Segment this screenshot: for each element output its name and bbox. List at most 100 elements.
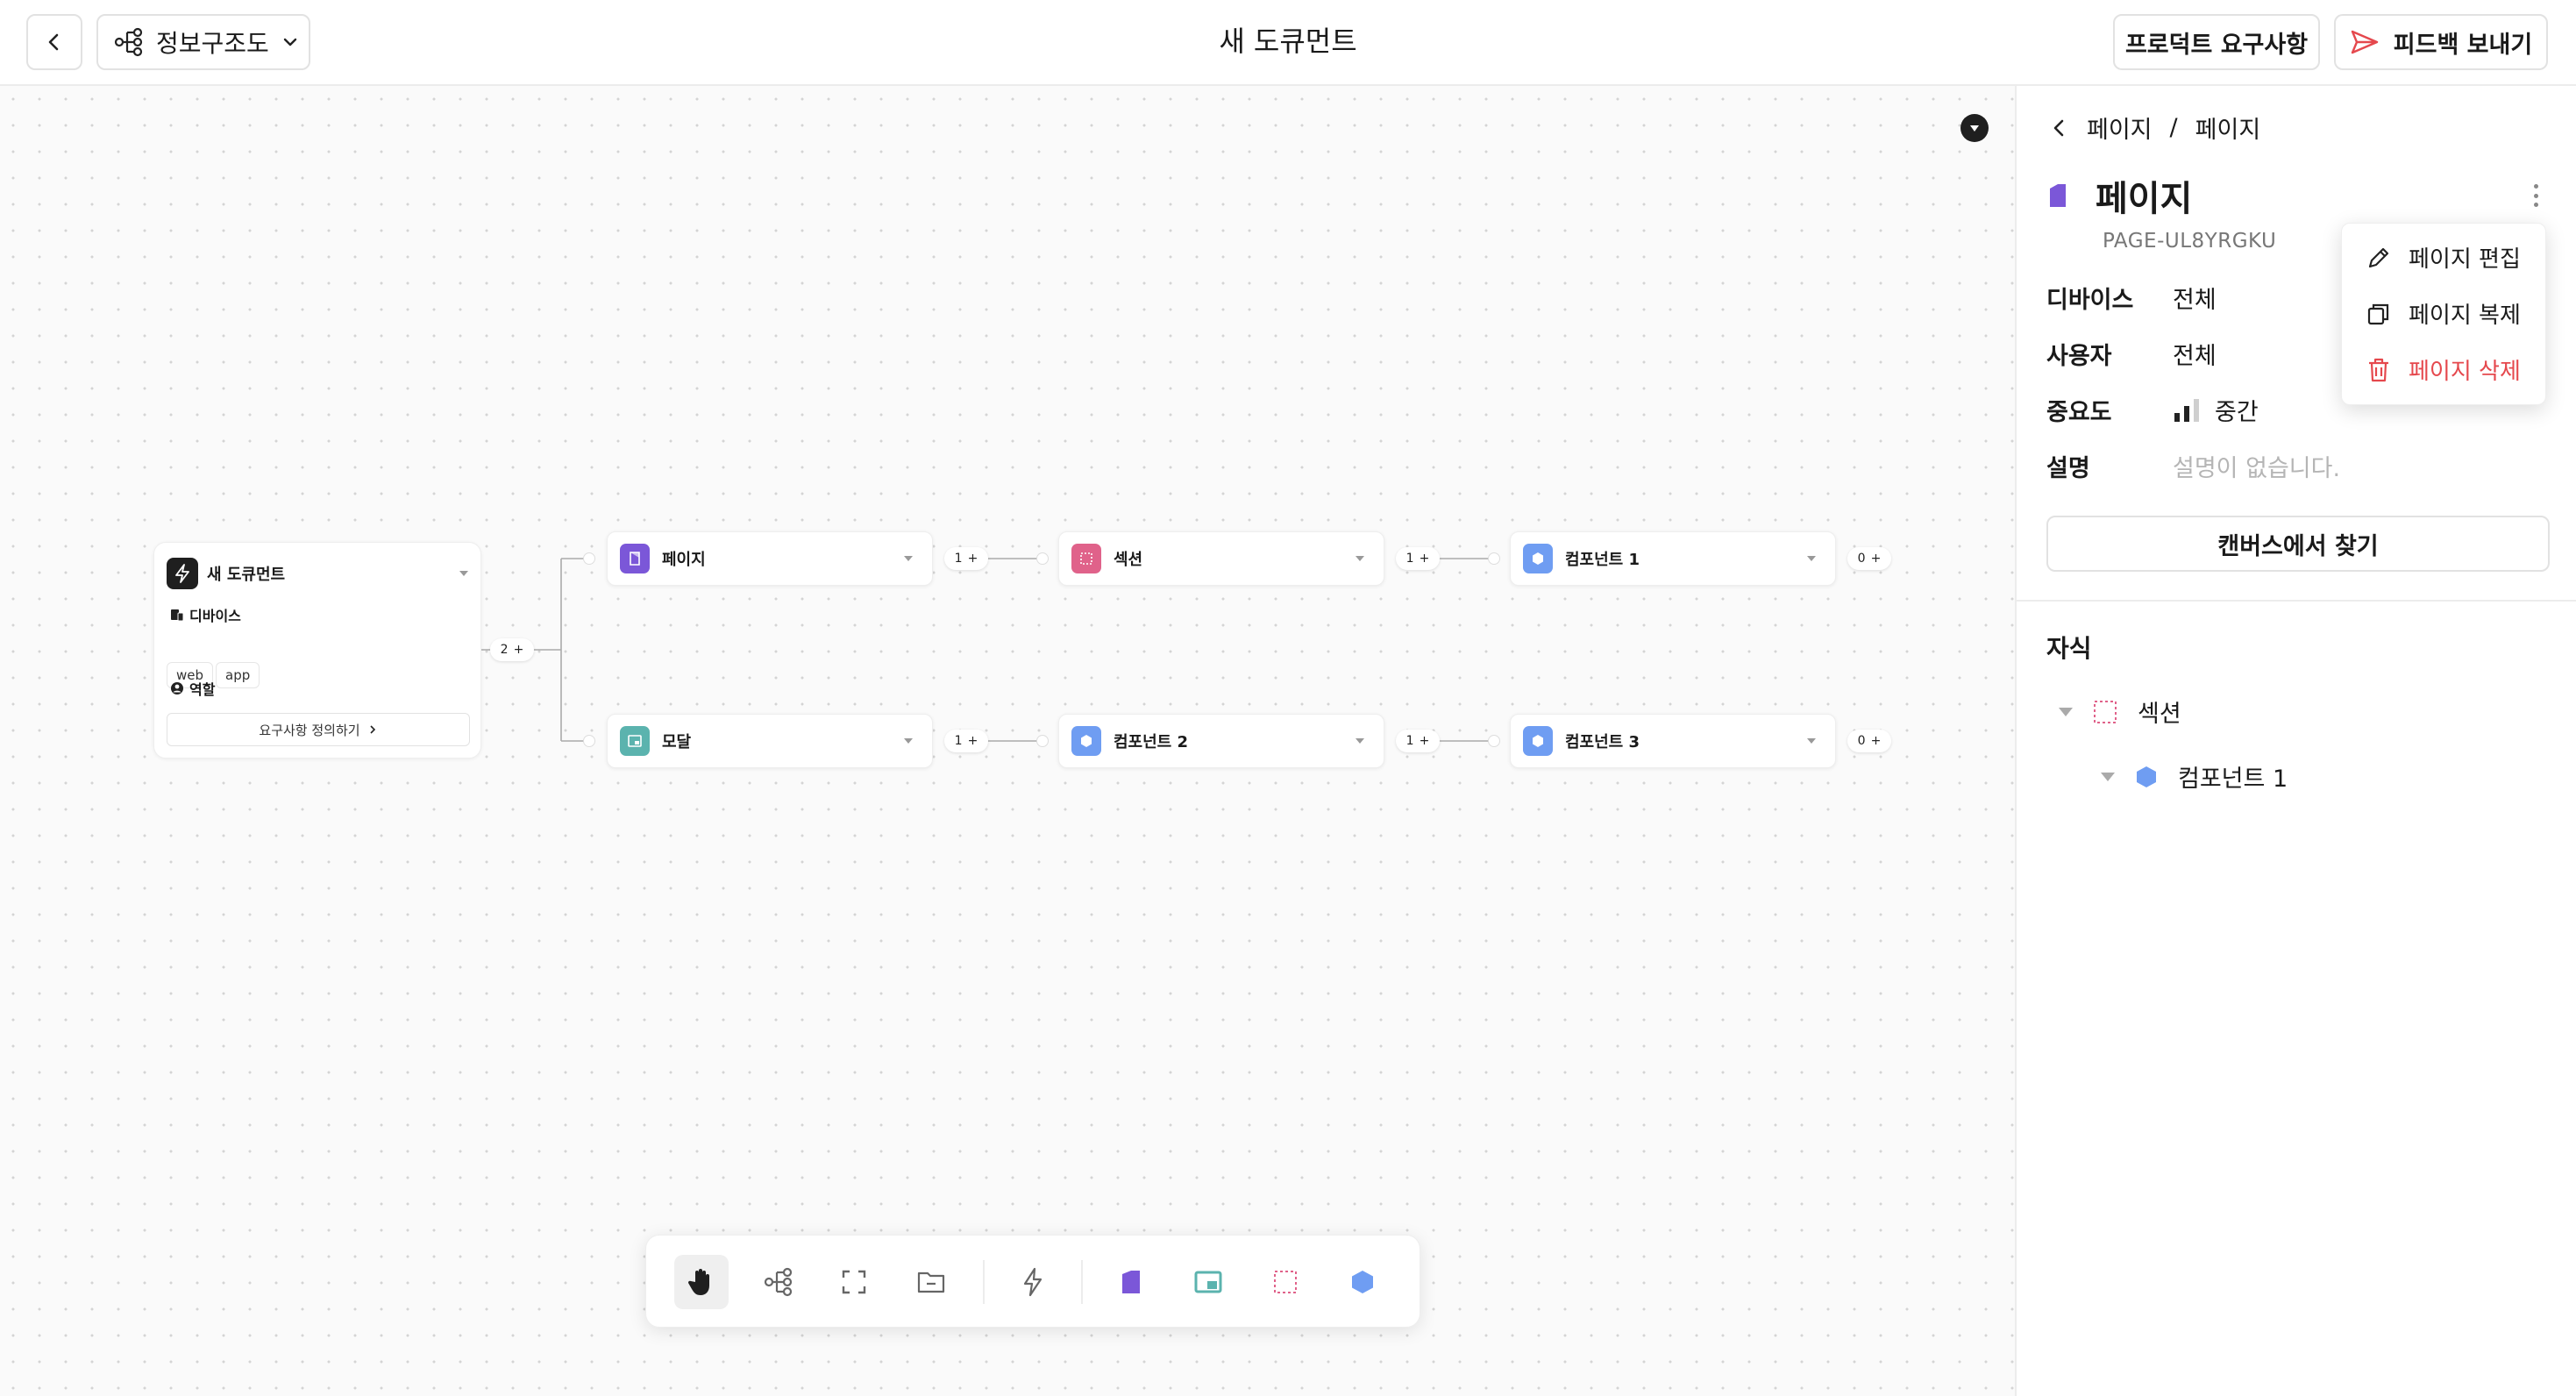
send-feedback-button[interactable]: 피드백 보내기 [2334, 14, 2548, 70]
connection-handle[interactable] [1036, 735, 1049, 747]
connection-handle[interactable] [583, 735, 595, 747]
prop-key: 중요도 [2046, 399, 2112, 426]
add-section-button[interactable] [1258, 1255, 1313, 1309]
view-switcher-dropdown[interactable]: 정보구조도 [96, 14, 310, 70]
tree-tool-button[interactable] [751, 1255, 806, 1309]
node-modal[interactable]: 모달 [607, 714, 933, 768]
page-code: PAGE-UL8YRGKU [2103, 230, 2277, 253]
page-icon [2050, 184, 2066, 207]
chevron-down-icon [283, 38, 297, 46]
send-icon [2351, 30, 2378, 54]
signal-bars-icon [2174, 398, 2199, 422]
child-count-pill[interactable]: 1 + [944, 730, 988, 752]
add-component-button[interactable] [1335, 1255, 1390, 1309]
pencil-icon [2368, 247, 2389, 267]
trash-icon [2369, 358, 2388, 381]
page-title: 페이지 [2096, 179, 2193, 219]
child-count-pill[interactable]: 0 + [1847, 730, 1891, 752]
add-page-button[interactable] [1104, 1255, 1158, 1309]
canvas-toolbar [645, 1235, 1420, 1328]
breadcrumb-separator: / [2169, 114, 2178, 141]
bolt-tool-button[interactable] [1006, 1255, 1060, 1309]
expand-caret-icon[interactable] [2101, 772, 2115, 781]
hand-tool-button[interactable] [674, 1255, 729, 1309]
connection-handle[interactable] [1488, 735, 1500, 747]
document-title: 새 도큐먼트 [1219, 25, 1357, 58]
node-section[interactable]: 섹션 [1058, 531, 1384, 586]
chevron-left-icon[interactable] [2050, 118, 2069, 138]
breadcrumb-item[interactable]: 페이지 [2087, 110, 2153, 145]
fit-view-button[interactable] [827, 1255, 881, 1309]
caret-down-icon[interactable] [904, 738, 913, 744]
importance-value[interactable]: 중간 [2173, 393, 2259, 427]
prop-value[interactable]: 전체 [2173, 281, 2217, 315]
canvas[interactable]: 새 도큐먼트 디바이스 web app 역할 요구사항 정의하기 2 + 페이지 … [0, 86, 2015, 1396]
define-requirements-button[interactable]: 요구사항 정의하기 [167, 713, 470, 746]
sitemap-icon [114, 27, 143, 57]
caret-down-icon[interactable] [1807, 556, 1816, 561]
menu-edit-page[interactable]: 페이지 편집 [2365, 241, 2521, 274]
bolt-icon [167, 558, 198, 589]
top-bar: 정보구조도 새 도큐먼트 프로덕트 요구사항 피드백 보내기 [0, 0, 2576, 86]
modal-icon [620, 726, 650, 756]
child-count-pill[interactable]: 1 + [1396, 547, 1440, 570]
folder-icon [917, 1271, 945, 1293]
caret-down-icon[interactable] [904, 556, 913, 561]
section-icon [2094, 700, 2117, 723]
breadcrumb-item[interactable]: 페이지 [2195, 110, 2261, 145]
section-icon [1071, 544, 1101, 573]
prop-value[interactable]: 전체 [2173, 337, 2217, 371]
child-count-pill[interactable]: 1 + [944, 547, 988, 570]
node-component-1[interactable]: 컴포넌트 1 [1510, 531, 1836, 586]
prop-user: 사용자 전체 [2046, 337, 2217, 371]
bolt-icon [1023, 1267, 1042, 1297]
product-requirements-button[interactable]: 프로덕트 요구사항 [2113, 14, 2320, 70]
node-component-2[interactable]: 컴포넌트 2 [1058, 714, 1384, 768]
page-icon [1122, 1271, 1140, 1293]
prop-key: 설명 [2046, 455, 2090, 482]
user-circle-icon [171, 682, 183, 694]
breadcrumb: 페이지 / 페이지 [2050, 110, 2260, 145]
node-component-3[interactable]: 컴포넌트 3 [1510, 714, 1836, 768]
chevron-left-icon [48, 33, 59, 51]
back-button[interactable] [26, 14, 82, 70]
component-icon [1352, 1271, 1373, 1293]
prop-key: 사용자 [2046, 343, 2112, 370]
prop-key: 디바이스 [2046, 287, 2134, 314]
section-icon [1274, 1271, 1297, 1293]
view-switcher-label: 정보구조도 [156, 29, 269, 58]
menu-delete-page[interactable]: 페이지 삭제 [2365, 353, 2521, 386]
child-count-pill[interactable]: 2 + [490, 638, 534, 661]
toolbar-divider [983, 1260, 985, 1304]
device-icon [171, 609, 184, 622]
caret-down-icon[interactable] [1807, 738, 1816, 744]
connection-handle[interactable] [1036, 552, 1049, 565]
root-device-label: 디바이스 [170, 604, 241, 625]
child-count-pill[interactable]: 1 + [1396, 730, 1440, 752]
description-placeholder[interactable]: 설명이 없습니다. [2173, 449, 2340, 483]
child-count-pill[interactable]: 0 + [1847, 547, 1891, 570]
tree-item-section[interactable]: 섹션 [2059, 694, 2181, 729]
more-options-button[interactable] [2525, 182, 2546, 209]
root-card-header: 새 도큐먼트 [167, 555, 468, 592]
device-chip-app[interactable]: app [216, 662, 260, 688]
caret-down-icon[interactable] [1356, 738, 1364, 744]
modal-icon [1194, 1271, 1222, 1293]
node-page[interactable]: 페이지 [607, 531, 933, 586]
caret-down-icon[interactable] [1356, 556, 1364, 561]
connection-handle[interactable] [583, 552, 595, 565]
divider [2017, 600, 2576, 602]
connection-handle[interactable] [1488, 552, 1500, 565]
add-modal-button[interactable] [1181, 1255, 1235, 1309]
tree-item-component[interactable]: 컴포넌트 1 [2101, 759, 2288, 794]
root-document-card[interactable]: 새 도큐먼트 디바이스 web app 역할 요구사항 정의하기 [153, 542, 481, 759]
menu-duplicate-page[interactable]: 페이지 복제 [2365, 297, 2521, 330]
send-feedback-label: 피드백 보내기 [2393, 31, 2533, 59]
expand-caret-icon[interactable] [2059, 707, 2073, 716]
find-on-canvas-button[interactable]: 캔버스에서 찾기 [2046, 516, 2550, 572]
component-icon [1071, 726, 1101, 756]
component-icon [1523, 726, 1553, 756]
sitemap-icon [764, 1267, 793, 1297]
folder-tool-button[interactable] [904, 1255, 958, 1309]
caret-down-icon[interactable] [459, 571, 468, 576]
